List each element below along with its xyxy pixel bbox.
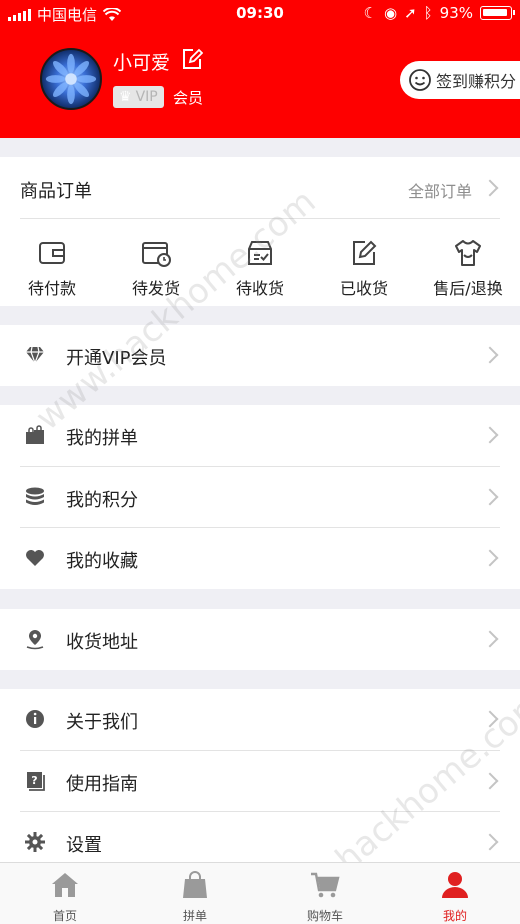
box-clock-icon (142, 242, 171, 267)
chevron-right-icon (481, 426, 499, 444)
my-points-row[interactable]: 我的积分 (0, 467, 520, 528)
about-us-row[interactable]: 关于我们 (0, 689, 520, 750)
order-after-sales[interactable]: 售后/退换 (416, 237, 520, 299)
orders-title: 商品订单 (20, 181, 92, 202)
checkin-button[interactable]: 签到赚积分 (400, 61, 520, 99)
tab-mine[interactable]: 我的 (403, 869, 507, 924)
info-icon (26, 710, 44, 728)
menu-group-2: 关于我们 ? 使用指南 设置 (0, 689, 520, 862)
profile-header: 小可爱 ♛ VIP 会员 签到赚积分 (0, 28, 520, 138)
battery-icon (480, 6, 515, 20)
box-check-icon (248, 241, 272, 265)
location-arrow-icon: ➚ (404, 4, 417, 22)
order-pending-receipt[interactable]: 待收货 (208, 237, 312, 299)
cart-icon (311, 872, 340, 898)
moon-icon: ☾ (363, 4, 377, 22)
bag-icon (183, 871, 207, 898)
wallet-icon (39, 242, 65, 264)
order-after-sales-label: 售后/退换 (433, 279, 503, 298)
tab-cart[interactable]: 购物车 (273, 869, 377, 924)
diamond-icon (26, 346, 44, 365)
my-favorites-row[interactable]: 我的收藏 (0, 528, 520, 589)
chevron-right-icon (481, 630, 499, 648)
tab-bar: 首页 拼单 购物车 我的 (0, 862, 520, 924)
menu-group-1: 我的拼单 我的积分 我的收藏 (0, 405, 520, 589)
chevron-right-icon (481, 549, 499, 567)
order-pending-receipt-label: 待收货 (235, 279, 284, 298)
home-icon (52, 873, 78, 897)
settings-label: 设置 (66, 835, 102, 856)
all-orders-link[interactable]: 全部订单 (408, 178, 472, 202)
orders-section: 商品订单 全部订单 待付款 待发货 待收货 已收货 售后/退换 (0, 157, 520, 306)
location-pin-icon (26, 630, 44, 650)
chevron-right-icon (481, 488, 499, 506)
chevron-right-icon (481, 833, 499, 851)
address-section: 收货地址 (0, 609, 520, 670)
my-group-orders-row[interactable]: 我的拼单 (0, 405, 520, 466)
order-received[interactable]: 已收货 (312, 237, 416, 299)
vip-section: 开通VIP会员 (0, 325, 520, 386)
order-pending-payment[interactable]: 待付款 (0, 237, 104, 299)
vip-badge-text: VIP (135, 89, 158, 105)
coins-stack-icon (26, 487, 44, 505)
order-pending-payment-label: 待付款 (27, 279, 76, 298)
help-book-icon: ? (27, 772, 45, 791)
status-right: ☾ ◉ ➚ ᛒ 93% (363, 4, 515, 22)
edit-icon[interactable] (181, 48, 203, 70)
tab-home[interactable]: 首页 (13, 869, 117, 924)
tab-cart-label: 购物车 (306, 909, 343, 923)
open-vip-row[interactable]: 开通VIP会员 (0, 325, 520, 386)
heart-icon (26, 550, 44, 566)
my-favorites-label: 我的收藏 (66, 551, 138, 572)
about-us-label: 关于我们 (66, 712, 138, 733)
orders-header[interactable]: 商品订单 全部订单 (0, 157, 520, 219)
chevron-right-icon (481, 179, 499, 197)
order-pending-shipment-label: 待发货 (131, 279, 180, 298)
svg-text:?: ? (31, 774, 37, 787)
tab-group-buy[interactable]: 拼单 (143, 869, 247, 924)
flower-image (45, 53, 97, 105)
shipping-address-label: 收货地址 (66, 632, 138, 653)
tab-mine-label: 我的 (442, 909, 467, 923)
open-vip-label: 开通VIP会员 (66, 348, 167, 369)
shipping-address-row[interactable]: 收货地址 (0, 609, 520, 670)
crown-icon: ♛ (119, 89, 132, 105)
chevron-right-icon (481, 710, 499, 728)
my-points-label: 我的积分 (66, 490, 138, 511)
tab-home-label: 首页 (52, 909, 77, 923)
checkin-label: 签到赚积分 (436, 72, 517, 91)
battery-percent: 93% (439, 4, 473, 22)
order-received-label: 已收货 (339, 279, 388, 298)
my-group-orders-label: 我的拼单 (66, 428, 138, 449)
tab-group-buy-label: 拼单 (182, 909, 207, 923)
member-label: 会员 (173, 89, 204, 107)
username: 小可爱 (113, 52, 171, 74)
shirt-icon (455, 240, 481, 266)
bluetooth-icon: ᛒ (423, 4, 433, 22)
chevron-right-icon (481, 772, 499, 790)
shopping-bag-icon (26, 425, 44, 444)
smile-icon (409, 69, 431, 91)
order-pending-shipment[interactable]: 待发货 (104, 237, 208, 299)
user-guide-label: 使用指南 (66, 774, 138, 795)
chevron-right-icon (481, 346, 499, 364)
gear-icon (25, 832, 45, 852)
avatar[interactable] (40, 48, 102, 110)
lock-rotation-icon: ◉ (383, 4, 398, 22)
divider (20, 218, 500, 219)
vip-badge: ♛ VIP (113, 86, 164, 108)
user-guide-row[interactable]: ? 使用指南 (0, 751, 520, 812)
status-bar: 中国电信 09:30 ☾ ◉ ➚ ᛒ 93% (0, 0, 520, 28)
edit-note-icon (353, 240, 377, 265)
person-icon (442, 872, 468, 898)
